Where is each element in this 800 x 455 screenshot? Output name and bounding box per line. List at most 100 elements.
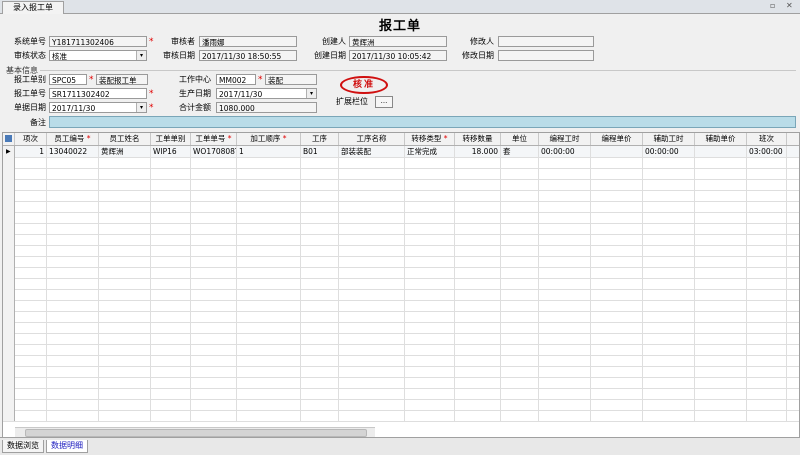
grid-cell[interactable]: 13040022	[47, 146, 99, 157]
grid-cell[interactable]	[301, 289, 339, 300]
grid-cell[interactable]	[643, 201, 695, 212]
row-header[interactable]	[3, 245, 15, 256]
grid-cell[interactable]	[591, 410, 643, 421]
restore-icon[interactable]: ▫	[770, 1, 775, 10]
grid-cell[interactable]	[539, 344, 591, 355]
grid-cell[interactable]	[301, 267, 339, 278]
grid-cell[interactable]	[455, 190, 501, 201]
grid-cell[interactable]	[47, 190, 99, 201]
grid-cell[interactable]	[405, 333, 455, 344]
grid-cell[interactable]	[15, 388, 47, 399]
grid-cell[interactable]	[99, 399, 151, 410]
grid-cell[interactable]	[695, 333, 747, 344]
grid-cell[interactable]	[591, 300, 643, 311]
row-header[interactable]	[3, 168, 15, 179]
grid-cell[interactable]	[47, 300, 99, 311]
grid-cell[interactable]	[301, 157, 339, 168]
grid-cell[interactable]	[47, 256, 99, 267]
grid-cell[interactable]	[191, 322, 237, 333]
grid-cell[interactable]	[151, 355, 191, 366]
grid-cell[interactable]	[591, 157, 643, 168]
grid-cell[interactable]	[99, 157, 151, 168]
grid-cell[interactable]	[747, 399, 787, 410]
horizontal-scrollbar[interactable]	[15, 427, 375, 437]
grid-cell[interactable]	[47, 311, 99, 322]
audit-status-select[interactable]: 核准 ▾	[49, 50, 147, 61]
grid-col-header[interactable]: 工单单别	[151, 133, 191, 145]
grid-cell[interactable]	[15, 256, 47, 267]
grid-cell[interactable]	[455, 377, 501, 388]
grid-cell[interactable]	[405, 366, 455, 377]
grid-cell[interactable]	[539, 377, 591, 388]
grid-cell[interactable]	[99, 278, 151, 289]
grid-cell[interactable]	[99, 245, 151, 256]
grid-col-header[interactable]: 工单单号 *	[191, 133, 237, 145]
row-header[interactable]	[3, 311, 15, 322]
grid-cell[interactable]	[191, 366, 237, 377]
grid-cell[interactable]	[99, 366, 151, 377]
grid-cell[interactable]	[591, 366, 643, 377]
grid-cell[interactable]	[539, 410, 591, 421]
grid-cell[interactable]	[455, 322, 501, 333]
current-row-indicator[interactable]: ▶	[3, 146, 15, 157]
grid-cell[interactable]	[501, 223, 539, 234]
grid-cell[interactable]	[47, 179, 99, 190]
grid-cell[interactable]: 套	[501, 146, 539, 157]
grid-cell[interactable]	[99, 300, 151, 311]
grid-cell[interactable]	[237, 234, 301, 245]
grid-cell[interactable]	[405, 388, 455, 399]
grid-cell[interactable]	[339, 289, 405, 300]
grid-cell[interactable]	[501, 278, 539, 289]
grid-cell[interactable]	[339, 190, 405, 201]
grid-cell[interactable]	[695, 355, 747, 366]
grid-cell[interactable]	[339, 322, 405, 333]
grid-cell[interactable]	[501, 212, 539, 223]
grid-cell[interactable]	[695, 146, 747, 157]
grid-cell[interactable]	[191, 388, 237, 399]
grid-cell[interactable]	[501, 157, 539, 168]
grid-cell[interactable]	[15, 190, 47, 201]
grid-cell[interactable]	[191, 157, 237, 168]
grid-cell[interactable]	[339, 300, 405, 311]
grid-cell[interactable]	[455, 366, 501, 377]
grid-cell[interactable]	[405, 399, 455, 410]
grid-cell[interactable]	[643, 212, 695, 223]
grid-col-header[interactable]: 项次	[15, 133, 47, 145]
grid-cell[interactable]: WIP16	[151, 146, 191, 157]
grid-cell[interactable]	[405, 278, 455, 289]
grid-col-header[interactable]: 辅助工时	[643, 133, 695, 145]
grid-cell[interactable]	[539, 212, 591, 223]
creator-field[interactable]: 黄辉洲	[349, 36, 447, 47]
grid-cell[interactable]	[237, 190, 301, 201]
grid-cell[interactable]	[747, 333, 787, 344]
grid-cell[interactable]	[643, 399, 695, 410]
grid-cell[interactable]	[405, 234, 455, 245]
ext-field-button[interactable]: ...	[375, 96, 393, 108]
grid-cell[interactable]	[191, 333, 237, 344]
grid-cell[interactable]	[643, 344, 695, 355]
grid-cell[interactable]	[405, 179, 455, 190]
grid-cell[interactable]	[695, 344, 747, 355]
grid-cell[interactable]	[695, 399, 747, 410]
grid-cell[interactable]	[15, 399, 47, 410]
grid-cell[interactable]: 00:00:00	[643, 146, 695, 157]
grid-cell[interactable]	[99, 267, 151, 278]
grid-cell[interactable]	[99, 256, 151, 267]
grid-cell[interactable]	[15, 410, 47, 421]
grid-cell[interactable]	[47, 201, 99, 212]
grid-cell[interactable]	[501, 366, 539, 377]
grid-cell[interactable]	[591, 190, 643, 201]
grid-cell[interactable]	[151, 234, 191, 245]
grid-cell[interactable]	[301, 388, 339, 399]
grid-col-header[interactable]: 编程单价	[591, 133, 643, 145]
grid-cell[interactable]: B01	[301, 146, 339, 157]
grid-cell[interactable]	[99, 201, 151, 212]
grid-col-header[interactable]: 转移数量	[455, 133, 501, 145]
grid-cell[interactable]	[237, 212, 301, 223]
grid-cell[interactable]	[237, 168, 301, 179]
grid-cell[interactable]	[455, 179, 501, 190]
grid-cell[interactable]	[151, 410, 191, 421]
grid-cell[interactable]	[191, 245, 237, 256]
grid-cell[interactable]	[539, 366, 591, 377]
grid-cell[interactable]	[539, 311, 591, 322]
